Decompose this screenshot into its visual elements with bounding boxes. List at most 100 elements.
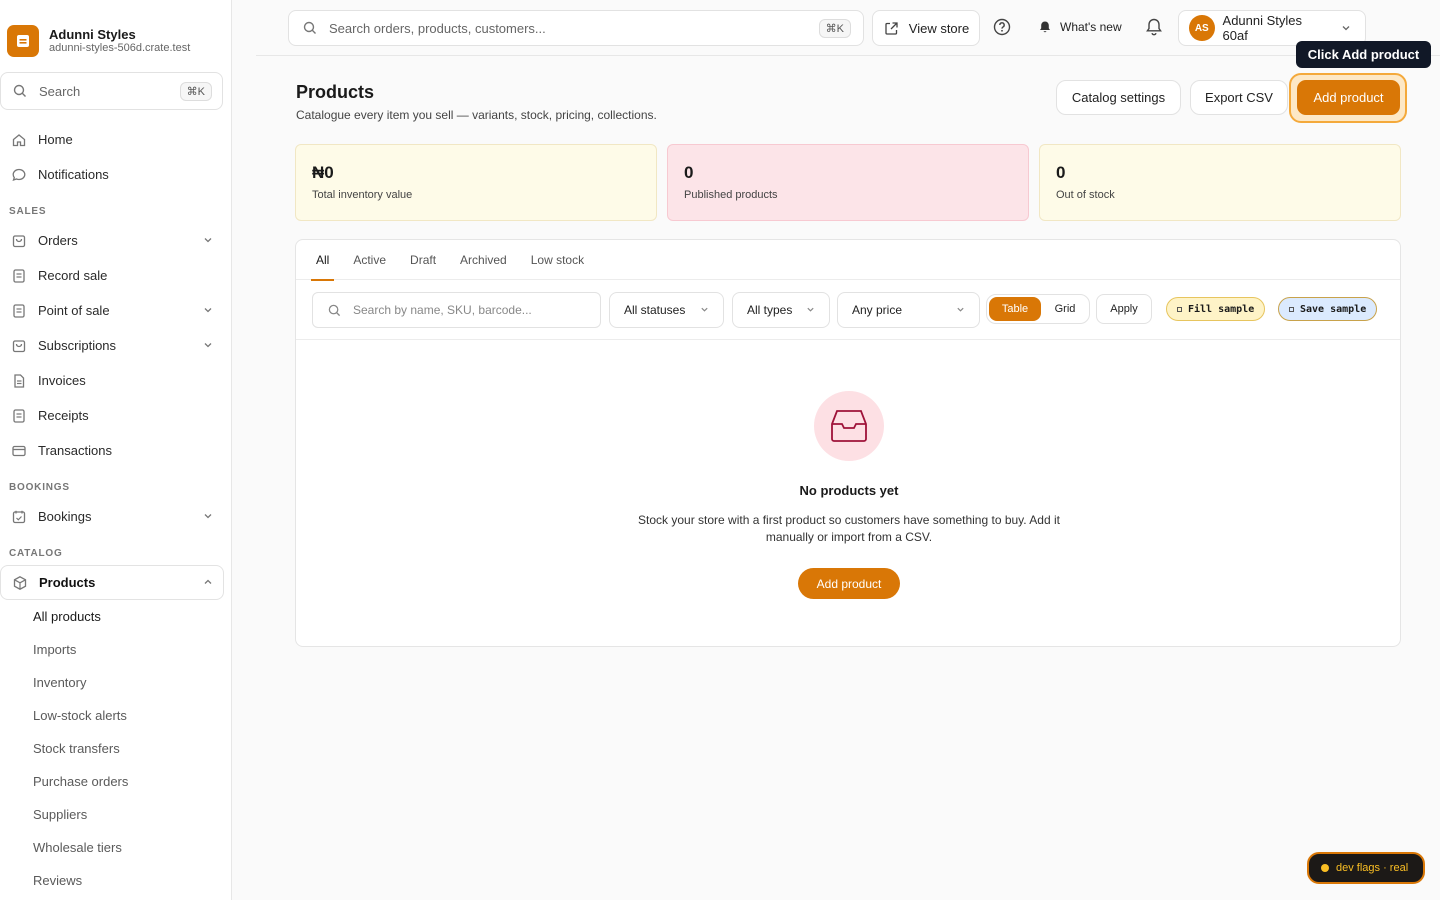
stat-card-published-products: 0 Published products (667, 144, 1029, 221)
section-label-sales: SALES (9, 206, 47, 217)
tab-active[interactable]: Active (353, 240, 386, 280)
account-name: Adunni Styles 60af (1222, 13, 1303, 43)
sidebar-nav: Home Notifications SALES Orders Record s… (0, 122, 231, 897)
sidebar-item-point-of-sale[interactable]: Point of sale (0, 293, 223, 328)
topbar: Search orders, products, customers... ⌘K… (256, 0, 1440, 56)
chat-bubble-icon (10, 166, 28, 184)
products-subnav: All products Imports Inventory Low-stock… (0, 600, 231, 897)
tab-draft[interactable]: Draft (410, 240, 436, 280)
price-select[interactable]: Any price (837, 292, 980, 328)
stat-value: 0 (1056, 163, 1066, 182)
product-search-placeholder: Search by name, SKU, barcode... (353, 303, 532, 317)
subnav-item-wholesale-tiers[interactable]: Wholesale tiers (33, 831, 231, 864)
sidebar-item-products[interactable]: Products (0, 565, 224, 600)
save-sample-button[interactable]: Save sample (1278, 297, 1378, 321)
save-sample-label: Save sample (1300, 303, 1367, 315)
chevron-down-icon (1337, 19, 1355, 37)
section-label-bookings: BOOKINGS (9, 482, 70, 493)
receipt-icon (10, 267, 28, 285)
sidebar-item-orders[interactable]: Orders (0, 223, 223, 258)
tab-all[interactable]: All (310, 240, 335, 281)
subnav-item-imports[interactable]: Imports (33, 633, 231, 666)
document-icon (10, 372, 28, 390)
sidebar-item-label: Orders (38, 233, 78, 248)
stat-card-inventory-value: ₦0 Total inventory value (295, 144, 657, 221)
stat-label: Out of stock (1056, 189, 1115, 201)
stat-value: 0 (684, 163, 694, 182)
chevron-down-icon (700, 303, 709, 317)
sidebar-item-receipts[interactable]: Receipts (0, 398, 223, 433)
search-icon (325, 301, 343, 319)
sidebar-item-label: Point of sale (38, 303, 110, 318)
subnav-item-stock-transfers[interactable]: Stock transfers (33, 732, 231, 765)
global-search-placeholder: Search orders, products, customers... (329, 20, 546, 36)
add-product-button[interactable]: Add product (1297, 80, 1400, 115)
notifications-bell-icon[interactable] (1144, 17, 1164, 40)
chevron-down-icon (203, 338, 213, 353)
chevron-up-icon (203, 575, 213, 590)
sidebar-item-home[interactable]: Home (0, 122, 223, 157)
view-store-button[interactable]: View store (872, 10, 980, 46)
search-icon (301, 19, 319, 37)
dev-flags-badge[interactable]: dev flags · real (1307, 852, 1425, 884)
sidebar-item-record-sale[interactable]: Record sale (0, 258, 223, 293)
subnav-item-reviews[interactable]: Reviews (33, 864, 231, 897)
brand-switcher[interactable]: Adunni Styles adunni-styles-506d.crate.t… (0, 0, 231, 58)
sidebar-item-label: Home (38, 132, 73, 147)
empty-state-title: No products yet (799, 483, 899, 498)
export-csv-button[interactable]: Export CSV (1190, 80, 1288, 115)
subnav-item-suppliers[interactable]: Suppliers (33, 798, 231, 831)
cube-icon (11, 574, 29, 592)
section-label-catalog: CATALOG (9, 548, 63, 559)
page-subtitle: Catalogue every item you sell — variants… (296, 108, 657, 122)
subnav-item-all-products[interactable]: All products (33, 600, 231, 633)
shortcut-badge: ⌘K (818, 18, 851, 38)
status-tabs: All Active Draft Archived Low stock (296, 240, 1400, 281)
square-icon (1177, 306, 1182, 312)
receipt-icon (10, 407, 28, 425)
sidebar-search-label: Search (39, 83, 81, 99)
view-table-option[interactable]: Table (989, 297, 1041, 321)
dev-flags-label: dev flags · real (1336, 862, 1409, 874)
inbox-icon (814, 391, 884, 461)
apply-filters-button[interactable]: Apply (1096, 294, 1152, 324)
subnav-item-low-stock-alerts[interactable]: Low-stock alerts (33, 699, 231, 732)
empty-state: No products yet Stock your store with a … (296, 340, 1402, 599)
bell-filled-icon (1036, 18, 1054, 36)
sidebar-search[interactable]: Search ⌘K (0, 72, 223, 110)
stat-label: Published products (684, 189, 778, 201)
calendar-icon (10, 508, 28, 526)
type-select[interactable]: All types (732, 292, 830, 328)
products-card: All Active Draft Archived Low stock Sear… (295, 239, 1401, 647)
sidebar-item-bookings[interactable]: Bookings (0, 499, 223, 534)
shortcut-badge: ⌘K (179, 81, 212, 101)
whats-new-button[interactable]: What's new (1036, 18, 1122, 36)
chevron-down-icon (203, 509, 213, 524)
whats-new-label: What's new (1060, 20, 1122, 34)
home-icon (10, 131, 28, 149)
global-search-input[interactable]: Search orders, products, customers... ⌘K (288, 10, 864, 46)
sidebar-item-subscriptions[interactable]: Subscriptions (0, 328, 223, 363)
sidebar-item-notifications[interactable]: Notifications (0, 157, 223, 192)
price-select-value: Any price (852, 303, 903, 317)
sidebar-item-invoices[interactable]: Invoices (0, 363, 223, 398)
chevron-down-icon (203, 233, 213, 248)
sidebar-item-transactions[interactable]: Transactions (0, 433, 223, 468)
status-select[interactable]: All statuses (609, 292, 724, 328)
tab-low-stock[interactable]: Low stock (531, 240, 584, 280)
sidebar-item-label: Record sale (38, 268, 108, 283)
help-icon[interactable] (992, 17, 1012, 40)
page-title: Products (296, 82, 375, 102)
tab-archived[interactable]: Archived (460, 240, 507, 280)
empty-state-description: Stock your store with a first product so… (638, 513, 1060, 544)
fill-sample-button[interactable]: Fill sample (1166, 297, 1266, 321)
sidebar-item-label: Products (39, 575, 96, 590)
product-search-input[interactable]: Search by name, SKU, barcode... (312, 292, 601, 328)
catalog-settings-button[interactable]: Catalog settings (1056, 80, 1181, 115)
store-name: Adunni Styles (49, 27, 136, 42)
subnav-item-purchase-orders[interactable]: Purchase orders (33, 765, 231, 798)
chevron-down-icon (806, 303, 815, 317)
empty-add-product-button[interactable]: Add product (798, 568, 900, 599)
subnav-item-inventory[interactable]: Inventory (33, 666, 231, 699)
view-grid-option[interactable]: Grid (1043, 297, 1087, 321)
